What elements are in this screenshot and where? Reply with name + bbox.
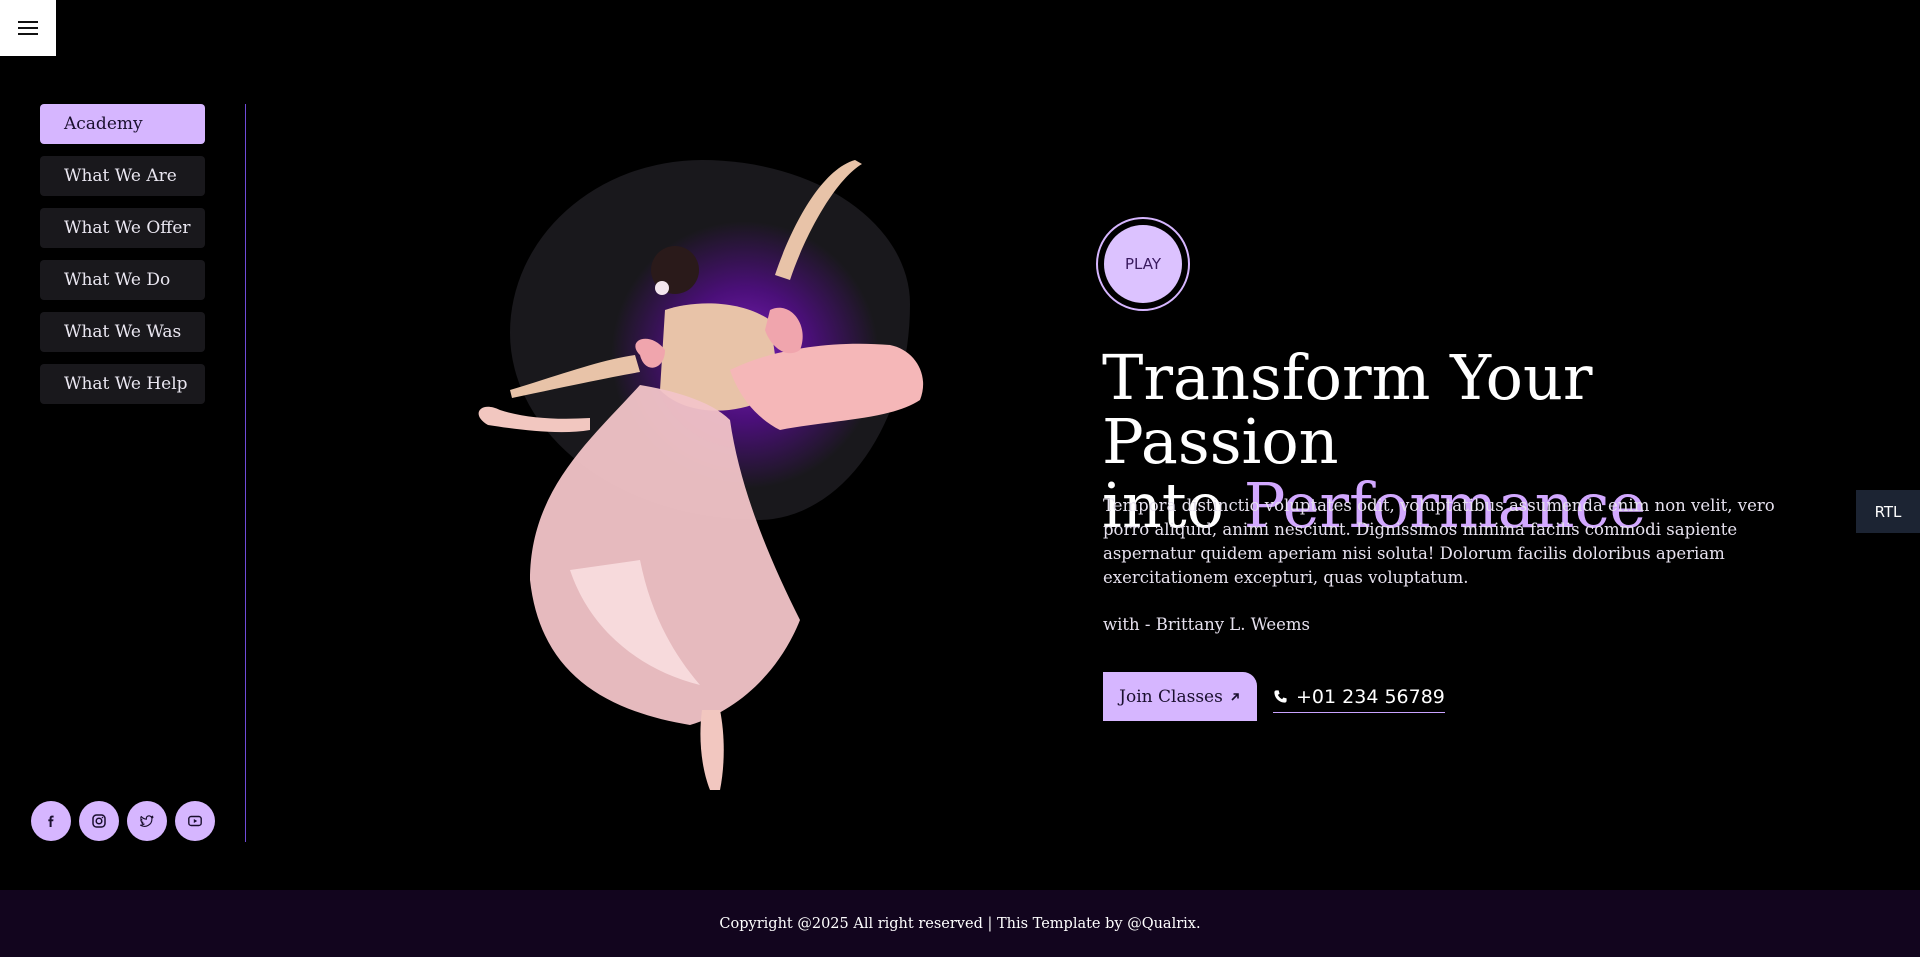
instructor-byline: with - Brittany L. Weems [1103, 615, 1311, 634]
phone-number: +01 234 56789 [1296, 685, 1445, 708]
sidebar-item-label: What We Are [64, 166, 177, 186]
facebook-link[interactable] [31, 801, 71, 841]
sidebar-item-label: What We Was [64, 322, 182, 342]
facebook-icon [48, 815, 54, 827]
sidebar-item-what-we-do[interactable]: What We Do [40, 260, 205, 300]
sidebar-item-label: What We Offer [64, 218, 191, 238]
play-button-label: PLAY [1104, 225, 1182, 303]
hero-dancer-image [440, 150, 980, 800]
footer-copyright: Copyright @2025 All right reserved | Thi… [719, 915, 1201, 932]
sidebar-nav: Academy What We Are What We Offer What W… [40, 104, 205, 404]
sidebar-item-academy[interactable]: Academy [40, 104, 205, 144]
sidebar-item-label: What We Do [64, 270, 171, 290]
sidebar-item-what-we-offer[interactable]: What We Offer [40, 208, 205, 248]
hamburger-menu-icon [18, 21, 38, 35]
instagram-icon [92, 814, 106, 828]
ballerina-illustration [478, 160, 924, 790]
social-links [31, 801, 215, 841]
phone-icon [1274, 690, 1287, 703]
sidebar-item-what-we-was[interactable]: What We Was [40, 312, 205, 352]
hamburger-menu-button[interactable] [0, 0, 56, 56]
sidebar-item-label: Academy [64, 114, 143, 134]
rtl-toggle[interactable]: RTL [1856, 490, 1920, 533]
join-classes-label: Join Classes [1119, 686, 1223, 707]
phone-link[interactable]: +01 234 56789 [1273, 681, 1445, 713]
sidebar-item-what-we-are[interactable]: What We Are [40, 156, 205, 196]
hero-title-line1: Transform Your Passion [1102, 341, 1593, 478]
instagram-link[interactable] [79, 801, 119, 841]
footer: Copyright @2025 All right reserved | Thi… [0, 890, 1920, 957]
sidebar-item-what-we-help[interactable]: What We Help [40, 364, 205, 404]
youtube-icon [188, 815, 202, 827]
play-button[interactable]: PLAY [1096, 217, 1190, 311]
join-classes-button[interactable]: Join Classes [1103, 672, 1257, 721]
sidebar-divider [245, 104, 246, 842]
twitter-icon [139, 815, 154, 827]
sidebar-item-label: What We Help [64, 374, 188, 394]
hero-description: Tempora distinctio voluptates odit, volu… [1103, 496, 1775, 587]
twitter-link[interactable] [127, 801, 167, 841]
arrow-up-right-icon [1231, 692, 1239, 701]
youtube-link[interactable] [175, 801, 215, 841]
